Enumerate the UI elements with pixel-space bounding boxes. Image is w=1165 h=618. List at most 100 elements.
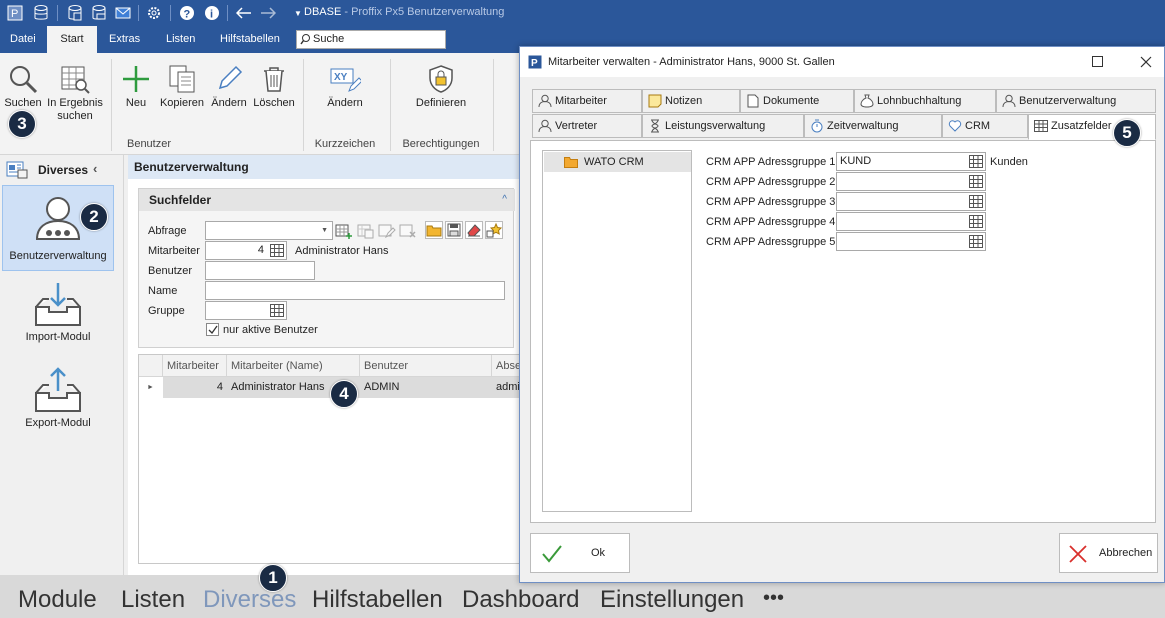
tab-mitarbeiter[interactable]: Mitarbeiter [532,89,642,113]
tab-start[interactable]: Start [47,26,97,53]
crm-field-input-3[interactable] [836,192,986,211]
grid-picker-icon[interactable] [270,304,284,317]
table-add-icon[interactable] [335,223,353,239]
nav-item-label: Export-Modul [25,417,91,429]
crm-field-value-1: KUND [840,155,872,167]
nur-aktive-label: nur aktive Benutzer [223,324,318,336]
grid-picker-icon[interactable] [969,175,983,188]
nav-item-export-modul[interactable]: Export-Modul [2,365,114,435]
column-header-mitarbeiter-name[interactable]: Mitarbeiter (Name) [227,355,360,377]
hourglass-icon [648,119,662,133]
in-ergebnis-suchen-button[interactable]: In Ergebnis suchen [46,61,104,123]
crm-field-input-2[interactable] [836,172,986,191]
tab-extras[interactable]: Extras [99,26,150,53]
step-badge-4: 4 [330,380,358,408]
svg-text:i: i [210,9,213,21]
grid-picker-icon[interactable] [969,155,983,168]
tab-dokumente[interactable]: Dokumente [740,89,854,113]
new-star-icon[interactable] [485,221,503,239]
cell-abse[interactable]: admi [492,377,521,398]
grid-picker-icon[interactable] [969,195,983,208]
collapse-up-icon[interactable]: ^ [502,189,507,211]
tab-zeitverwaltung[interactable]: Zeitverwaltung [804,114,942,138]
forward-arrow-icon[interactable] [259,4,277,22]
column-header-abse[interactable]: Abse [492,355,521,377]
table-copy-icon[interactable] [357,223,375,239]
open-folder-icon[interactable] [425,221,443,239]
tab-vertreter[interactable]: Vertreter [532,114,642,138]
kurzzeichen-aendern-button[interactable]: XY Ändern [320,61,370,110]
close-icon[interactable] [1140,56,1152,68]
back-arrow-icon[interactable] [235,4,253,22]
bottom-nav-einstellungen[interactable]: Einstellungen [600,586,744,614]
aendern-label: Ändern [211,97,247,109]
aendern-button[interactable]: Ändern [209,61,249,110]
search-input[interactable]: Suche [296,30,446,49]
bottom-nav-listen[interactable]: Listen [121,586,185,614]
database-save-icon[interactable] [66,4,84,22]
tab-lohnbuchhaltung[interactable]: Lohnbuchhaltung [854,89,996,113]
abbrechen-button[interactable]: Abbrechen [1059,533,1158,573]
tab-leistungsverwaltung[interactable]: Leistungsverwaltung [642,114,804,138]
table-delete-icon[interactable] [399,223,417,239]
suchen-button[interactable]: Suchen [2,61,44,110]
group-benutzer: Benutzer [126,138,172,150]
definieren-button[interactable]: Definieren [410,61,472,110]
tab-benutzerverwaltung[interactable]: Benutzerverwaltung [996,89,1156,113]
cancel-x-icon [1068,544,1088,564]
app-title: DBASE - Proffix Px5 Benutzerverwaltung [304,6,505,18]
bottom-nav-hilfstabellen[interactable]: Hilfstabellen [312,586,443,614]
eraser-icon[interactable] [465,221,483,239]
tab-listen[interactable]: Listen [156,26,205,53]
table-grid-icon [1034,119,1048,133]
collapse-chevron-icon[interactable]: ‹ [93,161,97,176]
gruppe-input[interactable] [205,301,287,320]
suchfelder-header[interactable]: Suchfelder ^ [139,189,515,211]
stopwatch-icon [810,119,824,133]
loeschen-button[interactable]: Löschen [252,61,296,110]
grid-picker-icon[interactable] [969,215,983,228]
tab-notizen[interactable]: Notizen [642,89,740,113]
table-edit-icon[interactable] [378,223,396,239]
mitarbeiter-label: Mitarbeiter [148,245,200,257]
neu-button[interactable]: Neu [118,61,154,110]
zusatzfelder-panel: WATO CRM CRM APP Adressgruppe 1 KUND Kun… [530,140,1156,523]
column-header-mitarbeiter[interactable]: Mitarbeiter [163,355,227,377]
more-options-icon[interactable]: ••• [763,587,784,610]
abfrage-select[interactable]: ▼ [205,221,333,240]
maximize-icon[interactable] [1092,56,1103,67]
tree-item-wato-crm[interactable]: WATO CRM [544,152,691,172]
nur-aktive-checkbox[interactable] [206,323,219,336]
ok-label: Ok [591,547,606,559]
benutzer-input[interactable] [205,261,315,280]
tab-crm[interactable]: CRM [942,114,1028,138]
gear-icon[interactable] [145,4,163,22]
database-print-icon[interactable] [90,4,108,22]
cell-mitarbeiter[interactable]: 4 [163,377,227,398]
ok-button[interactable]: Ok [530,533,630,573]
column-header-benutzer[interactable]: Benutzer [360,355,492,377]
cell-benutzer[interactable]: ADMIN [360,377,492,398]
bottom-nav-diverses[interactable]: Diverses [203,586,296,614]
bottom-nav-module[interactable]: Module [18,586,97,614]
name-label: Name [148,285,178,297]
grid-picker-icon[interactable] [270,244,284,257]
bottom-nav-dashboard[interactable]: Dashboard [462,586,579,614]
crm-field-input-1[interactable]: KUND [836,152,986,171]
crm-field-input-5[interactable] [836,232,986,251]
database-icon[interactable] [32,4,50,22]
crm-field-input-4[interactable] [836,212,986,231]
mail-icon[interactable] [114,4,132,22]
kopieren-button[interactable]: Kopieren [158,61,206,110]
tab-hilfstabellen[interactable]: Hilfstabellen [210,26,290,53]
grid-picker-icon[interactable] [969,235,983,248]
name-input[interactable] [205,281,505,300]
mitarbeiter-input[interactable]: 4 [205,241,287,260]
tab-datei[interactable]: Datei [0,26,46,53]
folder-icon [564,156,578,168]
save-disk-icon[interactable] [445,221,463,239]
svg-text:P: P [11,8,18,20]
help-icon[interactable]: ? [178,4,196,22]
nav-item-import-modul[interactable]: Import-Modul [2,279,114,349]
info-icon[interactable]: i [203,4,221,22]
